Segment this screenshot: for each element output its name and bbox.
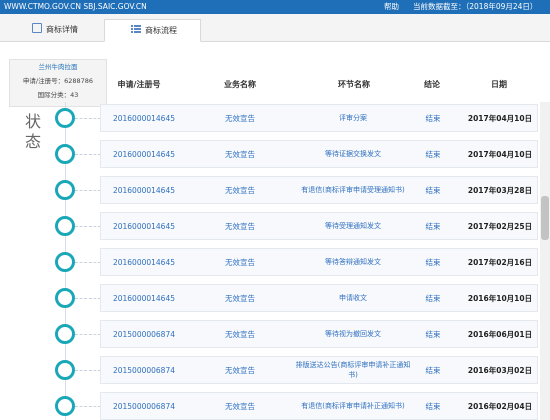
timeline-node <box>55 360 75 380</box>
business-name[interactable]: 无效宣告 <box>201 285 279 311</box>
scrollbar-track[interactable] <box>540 102 550 420</box>
business-name[interactable]: 无效宣告 <box>201 105 279 131</box>
timeline-node <box>55 396 75 416</box>
timeline-connector <box>75 154 101 155</box>
conclusion[interactable]: 结束 <box>415 285 451 311</box>
timeline-connector <box>75 226 101 227</box>
application-number[interactable]: 2016000014645 <box>101 177 187 203</box>
business-name[interactable]: 无效宣告 <box>201 141 279 167</box>
step-name[interactable]: 有退信(商标评审申请补正通知书) <box>295 393 411 419</box>
help-link[interactable]: 帮助 <box>384 0 399 14</box>
conclusion[interactable]: 结束 <box>415 321 451 347</box>
business-name[interactable]: 无效宣告 <box>201 357 279 383</box>
site-urls: WWW.CTMO.GOV.CN SBJ.SAIC.GOV.CN <box>4 2 147 11</box>
timeline-connector <box>75 406 101 407</box>
step-name[interactable]: 排版送达公告(商标评审申请补正通知书) <box>295 357 411 383</box>
top-bar: WWW.CTMO.GOV.CN SBJ.SAIC.GOV.CN 帮助 当前数据截… <box>0 0 550 14</box>
process-row: 2016000014645 无效宣告 申请收文 结束 2016年10月10日 <box>100 284 538 312</box>
process-row: 2016000014645 无效宣告 等待受理通知发文 结束 2017年02月25日 <box>100 212 538 240</box>
business-name[interactable]: 无效宣告 <box>201 213 279 239</box>
application-number[interactable]: 2016000014645 <box>101 105 187 131</box>
timeline-connector <box>75 334 101 335</box>
status-label: 状 态 <box>25 112 42 151</box>
data-cutoff-date: 当前数据截至：（2018年09月24日） <box>413 2 538 11</box>
tab-trademark-details[interactable]: 商标详情 <box>12 19 102 42</box>
process-row: 2016000014645 无效宣告 有退信(商标评审申请受理通知书) 结束 2017年… <box>100 176 538 204</box>
registration-number: 申请/注册号：6288786 <box>22 77 94 85</box>
process-row: 2015000006874 无效宣告 有退信(商标评审申请补正通知书) 结束 2016年… <box>100 392 538 420</box>
application-number[interactable]: 2016000014645 <box>101 213 187 239</box>
timeline-connector <box>75 190 101 191</box>
step-name[interactable]: 评审分案 <box>295 105 411 131</box>
conclusion[interactable]: 结束 <box>415 141 451 167</box>
column-header-date: 日期 <box>491 80 507 89</box>
conclusion[interactable]: 结束 <box>415 105 451 131</box>
date: 2017年03月28日 <box>467 185 533 195</box>
timeline-node <box>55 108 75 128</box>
document-icon <box>32 23 42 33</box>
conclusion[interactable]: 结束 <box>415 393 451 419</box>
timeline-node <box>55 180 75 200</box>
column-header-number: 申请/注册号 <box>117 80 161 89</box>
date: 2016年10月10日 <box>467 293 533 303</box>
business-name[interactable]: 无效宣告 <box>201 177 279 203</box>
timeline-node <box>55 324 75 344</box>
list-icon <box>131 25 141 33</box>
timeline-connector <box>75 118 101 119</box>
process-row: 2015000006874 无效宣告 等待视为撤回发文 结束 2016年06月01日 <box>100 320 538 348</box>
international-class: 国际分类：43 <box>37 91 79 99</box>
step-name[interactable]: 申请收文 <box>295 285 411 311</box>
trademark-info-box: 兰州牛肉拉面 申请/注册号：6288786 国际分类：43 <box>9 59 107 107</box>
step-name[interactable]: 等待视为撤回发文 <box>295 321 411 347</box>
date: 2016年03月02日 <box>467 365 533 375</box>
tab-label: 商标详情 <box>46 25 78 34</box>
tab-bar: 商标详情 商标流程 <box>0 14 550 42</box>
process-row: 2015000006874 无效宣告 排版送达公告(商标评审申请补正通知书) 结束 20… <box>100 356 538 384</box>
application-number[interactable]: 2016000014645 <box>101 285 187 311</box>
conclusion[interactable]: 结束 <box>415 177 451 203</box>
tab-label: 商标流程 <box>145 26 177 35</box>
date: 2016年02月04日 <box>467 401 533 411</box>
process-row: 2016000014645 无效宣告 等待答辩通知发文 结束 2017年02月16日 <box>100 248 538 276</box>
step-name[interactable]: 等待受理通知发文 <box>295 213 411 239</box>
step-name[interactable]: 有退信(商标评审申请受理通知书) <box>295 177 411 203</box>
date: 2016年06月01日 <box>467 329 533 339</box>
timeline-connector <box>75 298 101 299</box>
timeline-node <box>55 144 75 164</box>
conclusion[interactable]: 结束 <box>415 213 451 239</box>
timeline-node <box>55 216 75 236</box>
trademark-name: 兰州牛肉拉面 <box>38 63 78 71</box>
business-name[interactable]: 无效宣告 <box>201 249 279 275</box>
application-number[interactable]: 2015000006874 <box>101 321 187 347</box>
process-row: 2016000014645 无效宣告 等待证据交换发文 结束 2017年04月10日 <box>100 140 538 168</box>
column-header-conclusion: 结论 <box>424 80 440 89</box>
step-name[interactable]: 等待证据交换发文 <box>295 141 411 167</box>
conclusion[interactable]: 结束 <box>415 249 451 275</box>
timeline-node <box>55 252 75 272</box>
conclusion[interactable]: 结束 <box>415 357 451 383</box>
date: 2017年04月10日 <box>467 149 533 159</box>
timeline-node <box>55 288 75 308</box>
step-name[interactable]: 等待答辩通知发文 <box>295 249 411 275</box>
column-header-business: 业务名称 <box>224 80 256 89</box>
application-number[interactable]: 2015000006874 <box>101 357 187 383</box>
application-number[interactable]: 2015000006874 <box>101 393 187 419</box>
process-row: 2016000014645 无效宣告 评审分案 结束 2017年04月10日 <box>100 104 538 132</box>
business-name[interactable]: 无效宣告 <box>201 321 279 347</box>
application-number[interactable]: 2016000014645 <box>101 249 187 275</box>
tab-trademark-process[interactable]: 商标流程 <box>104 19 201 42</box>
timeline-connector <box>75 262 101 263</box>
date: 2017年04月10日 <box>467 113 533 123</box>
scrollbar-thumb[interactable] <box>541 196 549 240</box>
application-number[interactable]: 2016000014645 <box>101 141 187 167</box>
business-name[interactable]: 无效宣告 <box>201 393 279 419</box>
timeline-connector <box>75 370 101 371</box>
date: 2017年02月16日 <box>467 257 533 267</box>
column-header-step: 环节名称 <box>338 80 370 89</box>
date: 2017年02月25日 <box>467 221 533 231</box>
